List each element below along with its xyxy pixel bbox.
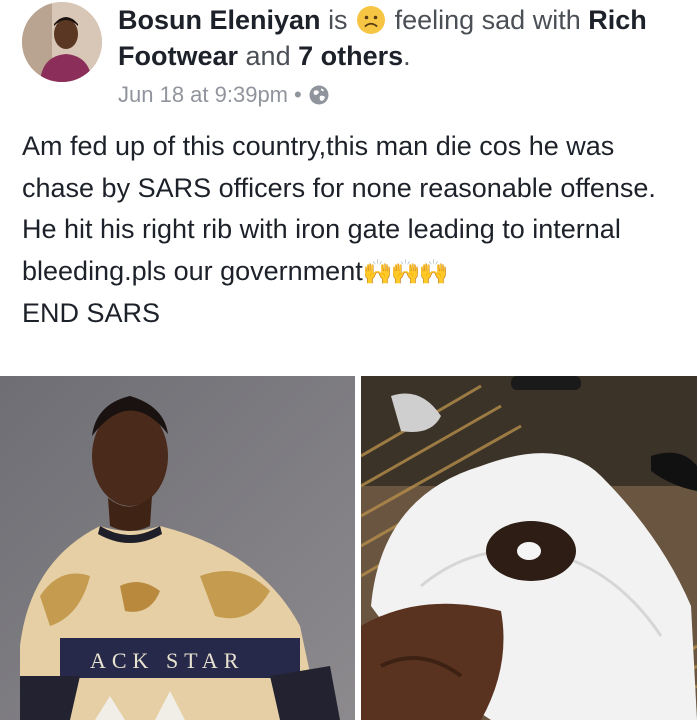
post-meta: Jun 18 at 9:39pm • xyxy=(118,82,330,108)
is-word: is xyxy=(328,5,348,35)
feeling-text: feeling sad with xyxy=(394,5,581,35)
meta-separator: • xyxy=(294,82,302,107)
avatar[interactable] xyxy=(22,2,102,82)
author-line: Bosun Eleniyan is feeling sad with Rich … xyxy=(118,2,688,74)
period: . xyxy=(403,41,411,71)
photo-right[interactable] xyxy=(361,376,697,720)
photo-grid: ACK STAR xyxy=(0,376,697,720)
shirt-text: ACK STAR xyxy=(90,648,244,673)
photo-left[interactable]: ACK STAR xyxy=(0,376,355,720)
others-link[interactable]: 7 others xyxy=(298,41,403,71)
post-paragraph-3: END SARS xyxy=(22,298,161,328)
raised-hands-icon: 🙌🙌🙌 xyxy=(362,258,449,286)
post-paragraph-2-text: He hit his right rib with iron gate lead… xyxy=(22,214,621,286)
post-paragraph-2: He hit his right rib with iron gate lead… xyxy=(22,209,687,293)
sad-face-icon xyxy=(357,6,386,34)
post-header: Bosun Eleniyan is feeling sad with Rich … xyxy=(0,0,697,118)
post-body: Am fed up of this country,this man die c… xyxy=(22,126,687,335)
globe-icon[interactable] xyxy=(308,84,330,106)
timestamp-link[interactable]: Jun 18 at 9:39pm xyxy=(118,82,288,108)
post-paragraph-1: Am fed up of this country,this man die c… xyxy=(22,131,656,203)
and-word: and xyxy=(245,41,291,71)
author-name[interactable]: Bosun Eleniyan xyxy=(118,5,321,35)
